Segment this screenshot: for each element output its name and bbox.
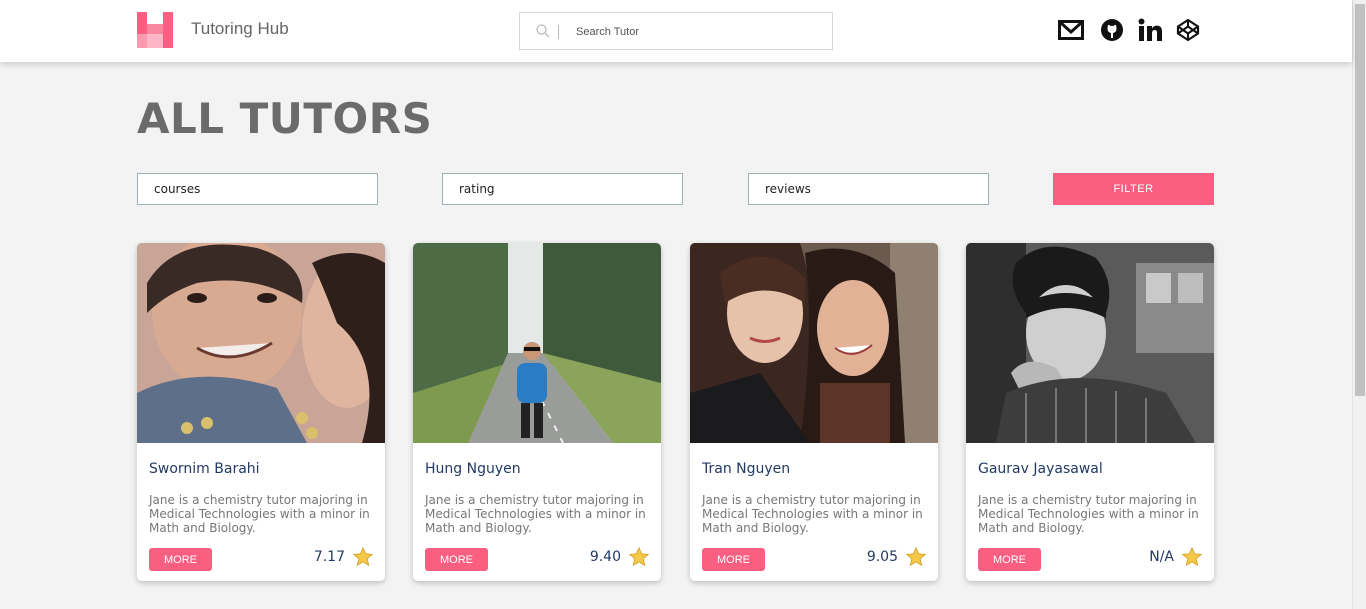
tutor-photo[interactable] <box>690 243 938 443</box>
tutor-description: Jane is a chemistry tutor majoring in Me… <box>702 493 923 535</box>
star-icon <box>352 546 374 567</box>
filter-button[interactable]: FILTER <box>1053 173 1214 205</box>
codepen-link[interactable] <box>1174 17 1202 43</box>
search-divider <box>558 25 559 39</box>
github-link[interactable] <box>1098 17 1126 43</box>
linkedin-icon <box>1138 18 1162 41</box>
tutor-card: Swornim Barahi Jane is a chemistry tutor… <box>137 243 385 581</box>
tutor-card: Hung Nguyen Jane is a chemistry tutor ma… <box>413 243 661 581</box>
star-icon <box>1181 546 1203 567</box>
logo[interactable] <box>137 12 173 48</box>
tutor-description: Jane is a chemistry tutor majoring in Me… <box>149 493 370 535</box>
search-icon <box>536 24 550 38</box>
tutor-card: Tran Nguyen Jane is a chemistry tutor ma… <box>690 243 938 581</box>
more-button[interactable]: MORE <box>702 548 765 571</box>
mail-link[interactable] <box>1057 17 1085 43</box>
mail-icon <box>1058 20 1084 40</box>
tutor-name[interactable]: Swornim Barahi <box>149 461 260 477</box>
tutor-name[interactable]: Hung Nguyen <box>425 461 521 477</box>
tutor-photo[interactable] <box>966 243 1214 443</box>
scrollbar[interactable] <box>1352 0 1366 609</box>
tutor-name[interactable]: Tran Nguyen <box>702 461 790 477</box>
tutor-description: Jane is a chemistry tutor majoring in Me… <box>978 493 1199 535</box>
tutor-rating: 7.17 <box>313 549 345 565</box>
star-icon <box>905 546 927 567</box>
tutor-description: Jane is a chemistry tutor majoring in Me… <box>425 493 646 535</box>
search-input[interactable] <box>576 22 816 42</box>
courses-filter-input[interactable] <box>137 173 378 205</box>
tutor-rating: N/A <box>1149 549 1174 565</box>
scrollbar-thumb[interactable] <box>1355 4 1365 396</box>
star-icon <box>628 546 650 567</box>
tutor-rating: 9.05 <box>866 549 898 565</box>
more-button[interactable]: MORE <box>425 548 488 571</box>
tutor-photo[interactable] <box>413 243 661 443</box>
page-title: ALL TUTORS <box>137 94 433 143</box>
more-button[interactable]: MORE <box>149 548 212 571</box>
tutor-photo[interactable] <box>137 243 385 443</box>
tutor-card: Gaurav Jayasawal Jane is a chemistry tut… <box>966 243 1214 581</box>
brand-name[interactable]: Tutoring Hub <box>191 19 289 39</box>
tutor-name[interactable]: Gaurav Jayasawal <box>978 461 1103 477</box>
linkedin-link[interactable] <box>1136 17 1164 43</box>
top-navbar: Tutoring Hub <box>0 0 1352 62</box>
tutor-rating: 9.40 <box>589 549 621 565</box>
rating-filter-input[interactable] <box>442 173 683 205</box>
more-button[interactable]: MORE <box>978 548 1041 571</box>
codepen-icon <box>1176 18 1200 42</box>
search-box[interactable] <box>519 12 833 50</box>
reviews-filter-input[interactable] <box>748 173 989 205</box>
github-icon <box>1101 19 1123 41</box>
